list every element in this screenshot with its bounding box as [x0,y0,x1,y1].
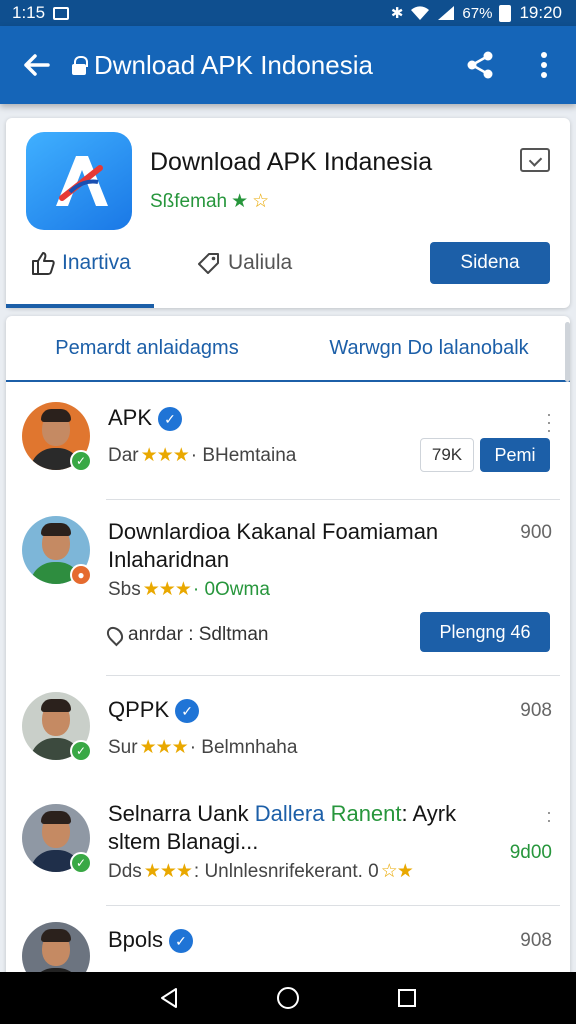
avatar: ✓ [22,692,92,762]
item-title: Downlardioa Kakanal Foamiaman Inlaharidna… [108,519,439,572]
item-count: 900 [520,522,552,543]
item-title: Selnarra Uank Dallera Ranent: Ayrk sltem … [108,801,457,854]
verified-badge-icon: ✓ [175,699,200,724]
avatar: ✓ [22,402,92,472]
thumb-up-icon [32,252,55,275]
nav-home-button[interactable] [268,978,308,1018]
rating-text: Sßfemah [150,190,228,212]
app-rating: Sßfemah ★ ☆ [150,190,269,213]
install-button[interactable]: Pemi [480,438,550,472]
verified-check-icon: ✓ [70,852,92,874]
app-bar-title: Dwnload APK Indonesia [94,49,373,80]
app-bar: Dwnload APK Indonesia [0,26,576,104]
item-count: 9d00 [509,842,552,863]
status-time-right: 19:20 [519,3,562,22]
app-name: Download APK Indanesia [150,148,433,176]
share-icon [467,51,493,79]
nav-back-button[interactable] [149,978,189,1018]
status-time-left: 1:15 [12,3,46,22]
triangle-back-icon [161,988,178,1008]
star-outline-icon: ☆ [252,191,270,212]
tag-label: Ualiula [228,251,293,274]
lock-icon [72,56,88,75]
like-label: Inartiva [62,251,131,274]
battery-icon [499,4,512,22]
status-bar: 1:15 ✱ 67% 19:20 [0,0,576,26]
notification-icon [53,6,70,20]
list-item[interactable]: ✓ QPPK ✓ 908 Sur ★★★ · Belmnhaha [6,676,570,786]
signal-icon [438,6,455,20]
share-button[interactable] [448,26,512,104]
avatar [22,922,90,976]
scrollbar[interactable] [565,322,570,382]
size-chip: 79K [420,438,474,472]
app-logo-icon [26,132,132,230]
avatar: ✓ [22,804,92,874]
more-vert-icon[interactable]: · · · [546,405,552,439]
item-title: APK ✓ [108,404,183,432]
action-button[interactable]: Plengng 46 [420,612,550,652]
verified-check-icon: ✓ [70,740,92,762]
cast-icon[interactable] [520,148,550,172]
overflow-menu-button[interactable] [512,26,576,104]
tab-first[interactable]: Pemardt anlaidagms [6,316,288,380]
verified-badge-icon: ✓ [158,407,183,432]
more-vert-icon [541,52,547,78]
item-meta: Sbs ★★★ · 0Owma [108,578,270,601]
more-vert-icon[interactable]: · · [546,803,552,829]
square-recents-icon [397,989,416,1007]
nav-recents-button[interactable] [387,978,427,1018]
list-item[interactable]: ✓ APK ✓ · · · Dar ★★★ · BHemtaina 79K Pemi [6,384,570,500]
list-item[interactable]: ✓ Selnarra Uank Dallera Ranent: Ayrk slte… [6,786,570,906]
verified-badge-icon: ✓ [169,929,194,954]
wifi-icon [411,6,430,20]
app-header-card: Download APK Indanesia Sßfemah ★ ☆ Inart… [6,118,570,308]
battery-percent: 67% [462,4,493,22]
tag-action[interactable]: Ualiula [196,250,292,276]
item-count: 908 [520,930,552,951]
primary-button[interactable]: Sidena [430,242,550,284]
flag-badge-icon: ● [70,564,92,586]
like-action[interactable]: Inartiva [30,250,131,276]
item-meta: Sur ★★★ · Belmnhaha [108,736,298,759]
item-title: Bpols ✓ [108,926,194,954]
list-item[interactable]: ● Downlardioa Kakanal Foamiaman Inlaharid… [6,500,570,676]
item-meta: Dds ★★★: Unlnlesnrifekerant. 0 ☆★ [108,860,414,883]
arrow-back-icon [24,54,50,76]
item-title: QPPK ✓ [108,696,200,724]
star-filled-icon: ★ [231,191,249,212]
item-location: anrdar : Sdltman [103,623,268,647]
verified-check-icon: ✓ [70,450,92,472]
item-meta: Dar ★★★ · BHemtaina [108,444,297,467]
vibrate-icon: ✱ [390,5,404,22]
active-indicator [6,304,154,308]
system-nav-bar [0,972,576,1024]
tab-second[interactable]: Warwgn Do lalanobalk [288,316,570,380]
location-pin-icon [103,623,127,647]
avatar: ● [22,516,92,586]
tag-icon [198,253,219,274]
circle-home-icon [276,987,299,1009]
item-count: 908 [520,700,552,721]
list-panel: Pemardt anlaidagms Warwgn Do lalanobalk … [6,316,570,976]
tab-bar: Pemardt anlaidagms Warwgn Do lalanobalk [6,316,570,382]
list-item[interactable]: Bpols ✓ 908 [6,906,570,976]
back-button[interactable] [0,26,72,104]
